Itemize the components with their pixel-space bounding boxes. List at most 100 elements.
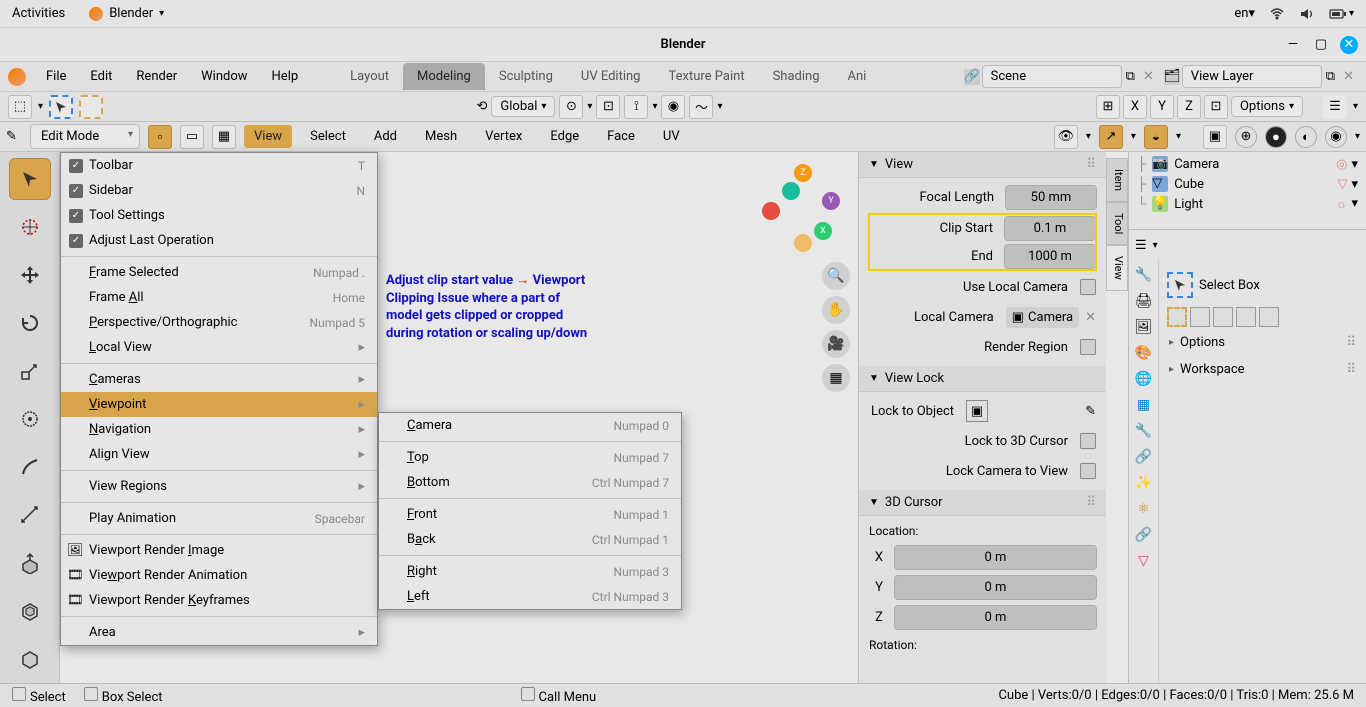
lock-object-picker[interactable]: ▣	[966, 400, 988, 422]
tool-select-box[interactable]	[9, 158, 51, 200]
overlays-toggle-icon[interactable]: ◒	[1144, 125, 1168, 149]
menu-item-render-keyframes[interactable]: 🎞Viewport Render Keyframes	[61, 588, 377, 613]
mesh-automerge-icon[interactable]: ⊞	[1096, 95, 1120, 119]
pan-icon[interactable]: ✋	[822, 296, 850, 324]
language-indicator[interactable]: en ▾	[1234, 6, 1255, 21]
lock-camera-checkbox[interactable]	[1080, 463, 1096, 479]
tab-uv-editing[interactable]: UV Editing	[567, 63, 655, 90]
activities-button[interactable]: Activities	[12, 6, 65, 21]
menu-uv[interactable]: UV	[653, 125, 690, 148]
menu-item-play-animation[interactable]: Play AnimationSpacebar	[61, 506, 377, 531]
menu-edit[interactable]: Edit	[80, 65, 122, 88]
prop-tab-scene[interactable]: 🌐	[1135, 370, 1153, 388]
battery-icon[interactable]: ▾	[1329, 8, 1354, 20]
tab-sculpting[interactable]: Sculpting	[485, 63, 567, 90]
tab-layout[interactable]: Layout	[336, 63, 403, 90]
options-expand[interactable]: ▸Options⠿	[1167, 329, 1358, 356]
prop-tab-world[interactable]: ▦	[1135, 396, 1153, 414]
cursor-x-field[interactable]: 0 m	[895, 546, 1096, 569]
menu-item-render-animation[interactable]: 🎞Viewport Render Animation	[61, 563, 377, 588]
scene-name-field[interactable]: Scene	[982, 65, 1122, 88]
menu-item-persp-ortho[interactable]: Perspective/OrthographicNumpad 5	[61, 310, 377, 335]
menu-item-sidebar[interactable]: ✓SidebarN	[61, 178, 377, 203]
3d-viewport[interactable]: User Perspective (1) Cube ✓ToolbarT ✓Sid…	[60, 152, 858, 683]
menu-vertex[interactable]: Vertex	[475, 125, 532, 148]
volume-icon[interactable]	[1299, 7, 1315, 21]
tool-extrude[interactable]	[9, 542, 51, 584]
clip-start-field[interactable]: 0.1 m	[1005, 217, 1095, 240]
select-box-tool-icon[interactable]	[49, 95, 73, 119]
menu-item-adjust-last[interactable]: ✓Adjust Last Operation	[61, 228, 377, 253]
menu-item-frame-all[interactable]: Frame AllHome	[61, 285, 377, 310]
tool-annotate[interactable]	[9, 446, 51, 488]
panel-header-3d-cursor[interactable]: ▼3D Cursor⠿	[859, 490, 1106, 516]
shading-solid-icon[interactable]: ●	[1265, 126, 1287, 148]
tab-texture-paint[interactable]: Texture Paint	[654, 63, 758, 90]
submenu-left[interactable]: LeftCtrl Numpad 3	[379, 584, 681, 609]
prop-tab-output[interactable]: 🖼	[1135, 318, 1153, 336]
use-local-camera-checkbox[interactable]	[1080, 279, 1096, 295]
pivot-icon[interactable]: ⊙	[559, 95, 583, 119]
select-mode-icon[interactable]	[79, 95, 103, 119]
tool-cursor[interactable]	[9, 206, 51, 248]
visibility-icon[interactable]: 👁	[1054, 125, 1078, 149]
axis-z-button[interactable]: Z	[1177, 95, 1201, 119]
proportional-icon[interactable]: ◉	[661, 95, 685, 119]
menu-help[interactable]: Help	[262, 65, 309, 88]
prop-tab-particles[interactable]: ✨	[1135, 474, 1153, 492]
menu-item-viewpoint[interactable]: Viewpoint▸	[61, 392, 377, 417]
tool-inset[interactable]	[9, 590, 51, 632]
tool-move[interactable]	[9, 254, 51, 296]
eyedropper-icon[interactable]: ✎	[1085, 404, 1096, 419]
tool-bevel[interactable]	[9, 638, 51, 680]
viewlayer-browse-icon[interactable]: 🗂	[1164, 69, 1180, 85]
menu-item-local-view[interactable]: Local View▸	[61, 335, 377, 360]
props-editor-icon[interactable]: ☰	[1135, 238, 1147, 253]
orientation-select[interactable]: Global▾	[491, 96, 555, 117]
navigation-gizmo[interactable]: X Z Y	[762, 162, 844, 244]
tool-rotate[interactable]	[9, 302, 51, 344]
shading-rendered-icon[interactable]: ◉	[1325, 126, 1347, 148]
submenu-bottom[interactable]: BottomCtrl Numpad 7	[379, 470, 681, 495]
minimize-button[interactable]: —	[1284, 36, 1302, 54]
prop-tab-modifier[interactable]: 🔗	[1135, 448, 1153, 466]
menu-window[interactable]: Window	[191, 65, 257, 88]
cursor-y-field[interactable]: 0 m	[895, 576, 1096, 599]
variant-5-icon[interactable]	[1259, 307, 1279, 327]
prop-tab-constraints[interactable]: 🔗	[1135, 526, 1153, 544]
outliner-filter-icon[interactable]: ☰	[1323, 95, 1347, 119]
menu-mesh[interactable]: Mesh	[415, 125, 467, 148]
prop-tab-mesh[interactable]: ▽	[1135, 552, 1153, 570]
editor-type-icon[interactable]: ⬚	[8, 95, 32, 119]
snap-icon[interactable]: ⊡	[596, 95, 620, 119]
tab-animation[interactable]: Ani	[834, 63, 881, 90]
options-dropdown[interactable]: Options▾	[1231, 96, 1303, 117]
clear-camera-button[interactable]: ✕	[1085, 310, 1096, 325]
render-region-checkbox[interactable]	[1080, 339, 1096, 355]
submenu-top[interactable]: TopNumpad 7	[379, 445, 681, 470]
workspace-expand[interactable]: ▸Workspace⠿	[1167, 356, 1358, 383]
panel-header-view[interactable]: ▼View⠿	[859, 152, 1106, 178]
cursor-z-field[interactable]: 0 m	[895, 606, 1096, 629]
variant-4-icon[interactable]	[1236, 307, 1256, 327]
menu-render[interactable]: Render	[126, 65, 187, 88]
menu-view[interactable]: View	[244, 125, 292, 148]
scene-browse-icon[interactable]: 🔗	[964, 69, 980, 85]
menu-item-cameras[interactable]: Cameras▸	[61, 367, 377, 392]
close-button[interactable]: ✕	[1340, 36, 1358, 54]
tool-measure[interactable]	[9, 494, 51, 536]
n-tab-view[interactable]: View	[1106, 245, 1128, 291]
menu-select[interactable]: Select	[300, 125, 356, 148]
shading-wireframe-icon[interactable]: ⊕	[1235, 126, 1257, 148]
menu-face[interactable]: Face	[597, 125, 645, 148]
local-camera-picker[interactable]: ▣ Camera	[1006, 307, 1079, 328]
tool-scale[interactable]	[9, 350, 51, 392]
vertex-select-mode-icon[interactable]: ▫	[148, 125, 172, 149]
lock-cursor-checkbox[interactable]	[1080, 433, 1096, 449]
gizmo-toggle-icon[interactable]: ↗	[1099, 125, 1123, 149]
axis-all-icon[interactable]: ⊡	[1204, 95, 1228, 119]
variant-3-icon[interactable]	[1213, 307, 1233, 327]
face-select-mode-icon[interactable]: ▦	[212, 125, 236, 149]
edge-select-mode-icon[interactable]: ▭	[180, 125, 204, 149]
prop-tab-tool[interactable]: 🔧	[1135, 266, 1153, 284]
